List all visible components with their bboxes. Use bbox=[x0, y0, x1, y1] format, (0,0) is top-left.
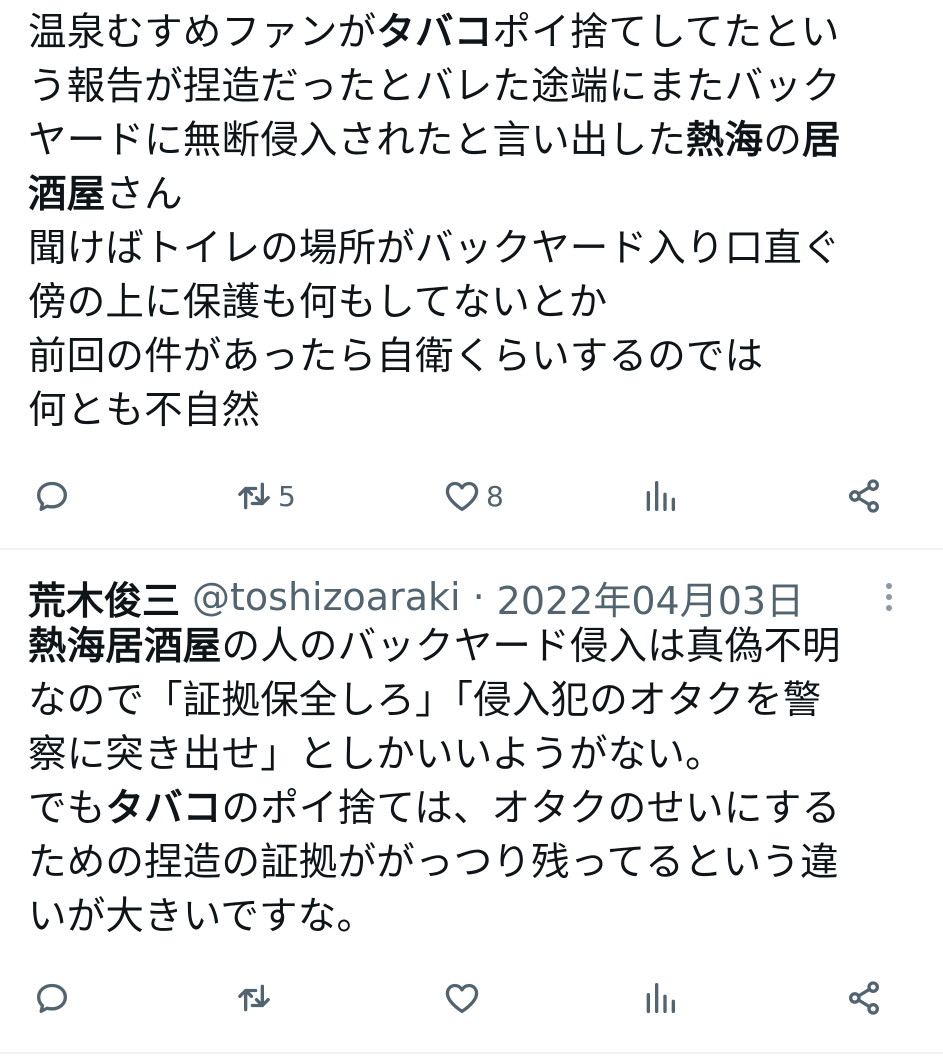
text-segment: いが大きいですな。 bbox=[28, 894, 376, 939]
reply-icon bbox=[37, 983, 68, 1013]
text-segment: なので「証拠保全しろ」「侵入犯のオタクを警 bbox=[28, 678, 822, 723]
text-line: なので「証拠保全しろ」「侵入犯のオタクを警 bbox=[28, 674, 918, 728]
retweet-icon bbox=[238, 482, 270, 510]
text-segment: ための捏造の証拠ががっつり残ってるという違 bbox=[28, 840, 839, 885]
like-button[interactable] bbox=[442, 968, 486, 1028]
text-segment: 察に突き出せ」としかいいようがない。 bbox=[28, 732, 724, 777]
text-segment: ヤードに無断侵入されたと言い出した bbox=[28, 118, 686, 163]
text-segment: 聞けばトイレの場所がバックヤード入り口直ぐ bbox=[28, 226, 841, 271]
retweet-button[interactable] bbox=[234, 968, 278, 1028]
text-line: いが大きいですな。 bbox=[28, 890, 918, 944]
views-icon bbox=[646, 481, 675, 511]
post-text: 熱海居酒屋の人のバックヤード侵入は真偽不明 なので「証拠保全しろ」「侵入犯のオタク… bbox=[28, 620, 918, 944]
text-line: でもタバコのポイ捨ては、オタクのせいにする bbox=[28, 782, 918, 836]
reply-icon bbox=[37, 481, 68, 511]
text-line: 熱海居酒屋の人のバックヤード侵入は真偽不明 bbox=[28, 620, 918, 674]
reply-button[interactable] bbox=[32, 968, 76, 1028]
text-segment-bold: 熱海 bbox=[685, 118, 764, 163]
share-button[interactable] bbox=[844, 968, 884, 1028]
post-actions: 5 8 bbox=[0, 466, 943, 526]
divider bbox=[0, 548, 943, 550]
text-line: 聞けばトイレの場所がバックヤード入り口直ぐ bbox=[28, 222, 918, 276]
meta-separator: · bbox=[472, 575, 485, 619]
text-line: 傍の上に保護も何もしてないとか bbox=[28, 276, 918, 330]
text-line: ヤードに無断侵入されたと言い出した熱海の居 bbox=[28, 114, 918, 168]
text-segment: の bbox=[763, 118, 803, 163]
author-name[interactable]: 荒木俊三 bbox=[28, 570, 180, 625]
more-vertical-icon bbox=[886, 583, 892, 611]
retweet-icon bbox=[238, 984, 270, 1012]
like-button[interactable]: 8 bbox=[442, 466, 504, 526]
text-segment-bold: タバコ bbox=[105, 786, 222, 831]
text-segment: う報告が捏造だったとバレた途端にまたバック bbox=[28, 64, 841, 109]
post-header: 荒木俊三 @toshizoaraki · 2022年04月03日 bbox=[28, 570, 918, 624]
text-segment: さん bbox=[105, 172, 183, 217]
text-segment-bold: 酒屋 bbox=[28, 172, 106, 217]
text-line: う報告が捏造だったとバレた途端にまたバック bbox=[28, 60, 918, 114]
text-segment: ポイ捨てしてたとい bbox=[492, 10, 840, 55]
views-button[interactable] bbox=[640, 466, 684, 526]
reply-button[interactable] bbox=[32, 466, 76, 526]
text-segment: でも bbox=[28, 786, 106, 831]
author-handle[interactable]: @toshizoaraki bbox=[192, 575, 461, 619]
text-line: ための捏造の証拠ががっつり残ってるという違 bbox=[28, 836, 918, 890]
post-date[interactable]: 2022年04月03日 bbox=[497, 570, 804, 625]
text-line: 前回の件があったら自衛くらいするのでは bbox=[28, 330, 918, 384]
text-segment: のポイ捨ては、オタクのせいにする bbox=[221, 786, 841, 831]
text-segment-bold: タバコ bbox=[376, 10, 493, 55]
text-segment-bold: 熱海居酒屋 bbox=[28, 624, 222, 669]
heart-icon bbox=[445, 983, 479, 1013]
share-icon bbox=[849, 981, 879, 1015]
heart-icon bbox=[445, 481, 479, 511]
text-segment: 温泉むすめファンが bbox=[28, 10, 377, 55]
text-line: 酒屋さん bbox=[28, 168, 918, 222]
text-segment: の人のバックヤード侵入は真偽不明 bbox=[221, 624, 841, 669]
post-actions bbox=[0, 968, 943, 1028]
views-icon bbox=[646, 983, 675, 1013]
retweet-count: 5 bbox=[278, 479, 296, 513]
views-button[interactable] bbox=[640, 968, 684, 1028]
text-line: 何とも不自然 bbox=[28, 384, 918, 438]
text-line: 温泉むすめファンがタバコポイ捨てしてたとい bbox=[28, 6, 918, 60]
text-line: 察に突き出せ」としかいいようがない。 bbox=[28, 728, 918, 782]
text-segment: 何とも不自然 bbox=[28, 388, 261, 433]
like-count: 8 bbox=[486, 479, 504, 513]
more-button[interactable] bbox=[872, 574, 906, 620]
text-segment: 前回の件があったら自衛くらいするのでは bbox=[28, 334, 764, 379]
share-button[interactable] bbox=[844, 466, 884, 526]
share-icon bbox=[849, 479, 879, 513]
divider bbox=[0, 1052, 943, 1054]
text-segment-bold: 居 bbox=[802, 118, 841, 163]
text-segment: 傍の上に保護も何もしてないとか bbox=[28, 280, 608, 325]
retweet-button[interactable]: 5 bbox=[234, 466, 296, 526]
post-text: 温泉むすめファンがタバコポイ捨てしてたとい う報告が捏造だったとバレた途端にまたバ… bbox=[28, 6, 918, 438]
